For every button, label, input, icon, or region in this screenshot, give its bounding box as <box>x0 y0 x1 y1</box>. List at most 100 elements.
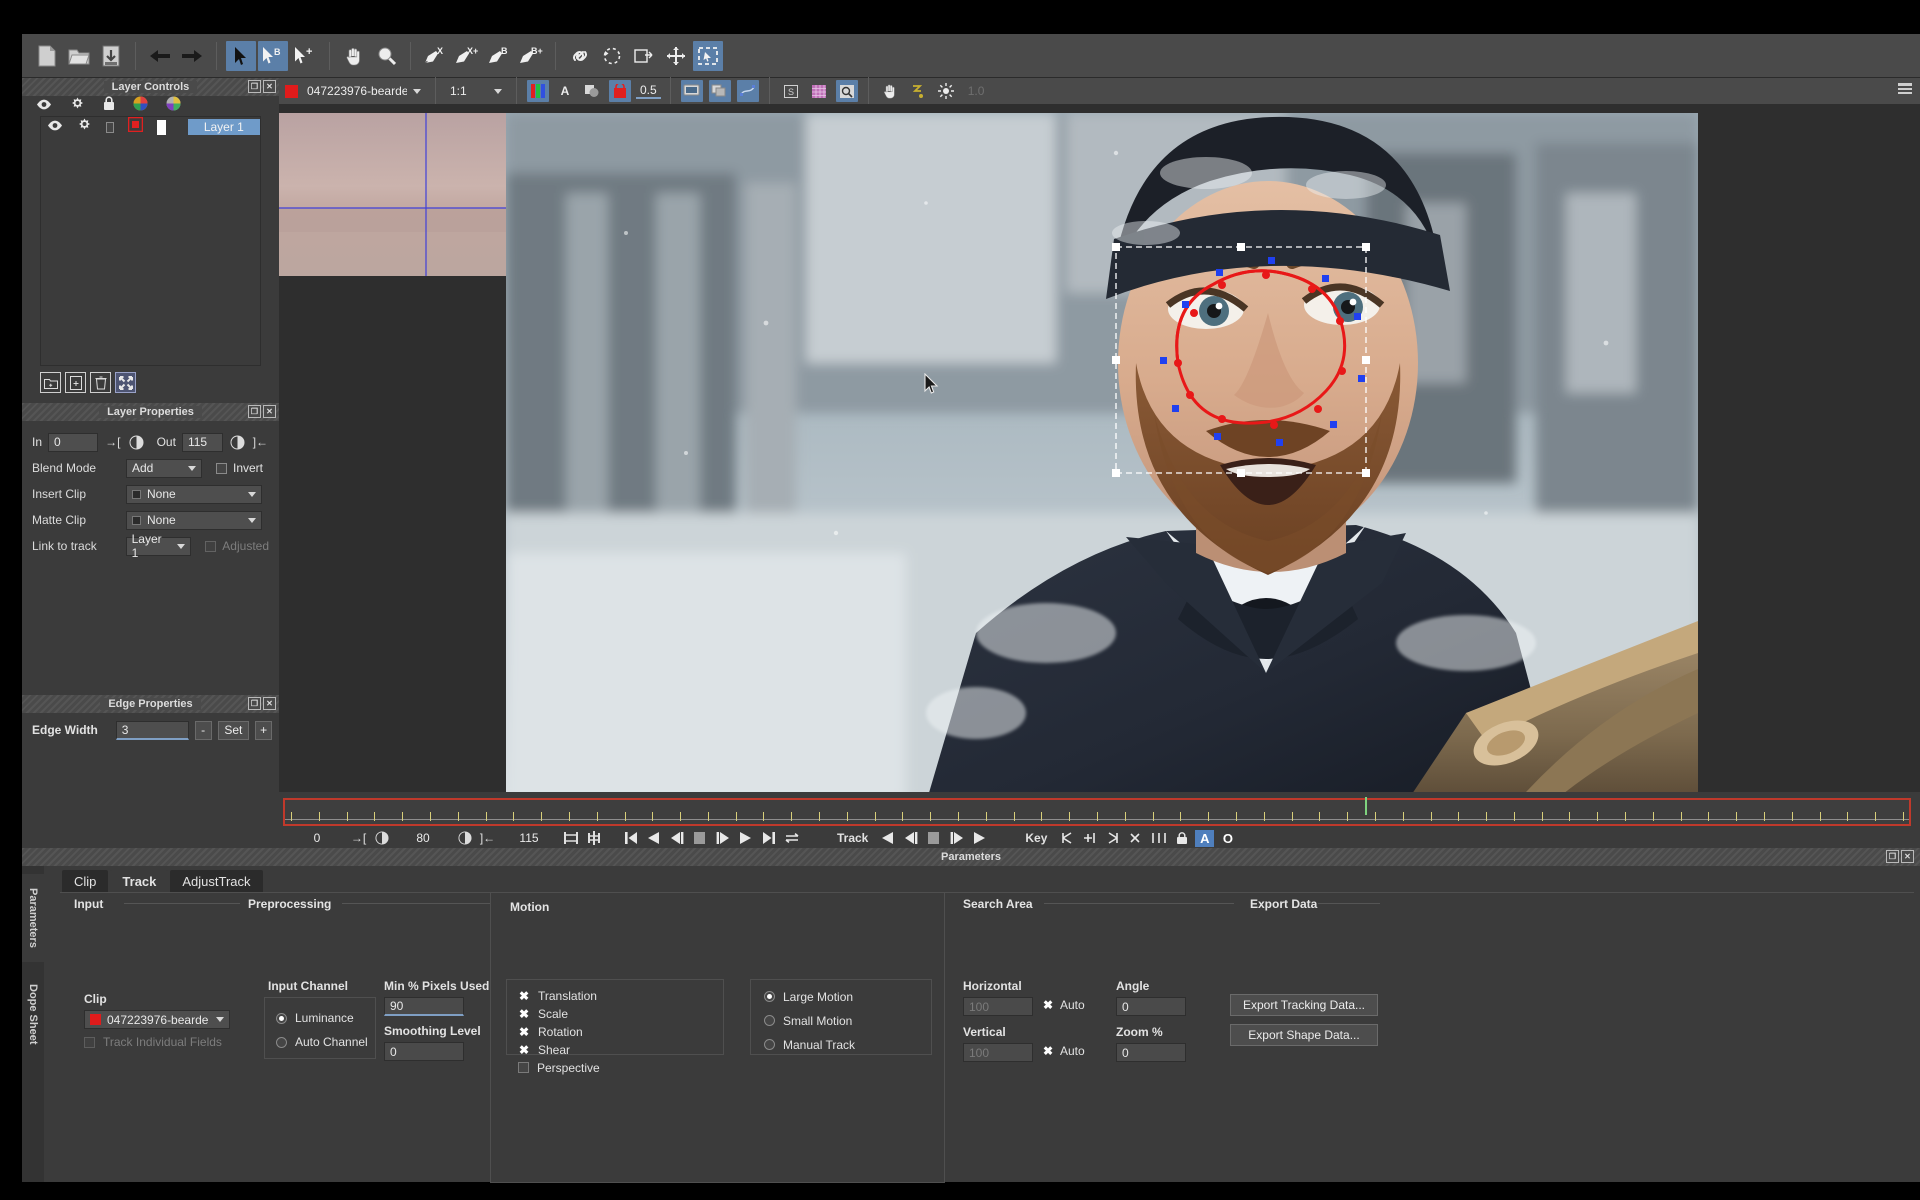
key-add-icon[interactable] <box>1080 830 1099 847</box>
tab-adjusttrack[interactable]: AdjustTrack <box>170 870 263 892</box>
small-motion-radio[interactable] <box>764 1015 775 1026</box>
center-range-icon[interactable] <box>584 830 603 847</box>
mode-small-motion[interactable]: Small Motion <box>764 1013 855 1028</box>
magnifier-box-icon[interactable] <box>835 80 858 102</box>
points-view-icon[interactable] <box>736 80 759 102</box>
close-panel-icon[interactable]: ✕ <box>263 697 276 710</box>
new-layer-icon[interactable] <box>65 372 86 393</box>
key-next-icon[interactable] <box>1103 830 1122 847</box>
vtab-parameters[interactable]: Parameters <box>22 874 44 962</box>
track-step-forward-icon[interactable] <box>947 830 966 847</box>
key-delete-icon[interactable] <box>1126 830 1145 847</box>
export-shape-data-button[interactable]: Export Shape Data... <box>1230 1024 1378 1046</box>
horizontal-field[interactable]: 100 <box>963 997 1033 1016</box>
open-folder-icon[interactable] <box>64 41 94 71</box>
tab-track[interactable]: Track <box>110 870 169 892</box>
panel-menu-icon[interactable] <box>1898 82 1912 100</box>
layer-color-swatch[interactable] <box>127 116 143 137</box>
pen-b-plus-icon[interactable]: B+ <box>516 41 546 71</box>
hand-small-icon[interactable] <box>879 80 901 102</box>
adjusted-checkbox[interactable] <box>205 540 217 552</box>
toggle-a-button[interactable]: A <box>1195 829 1215 847</box>
pointer-b-icon[interactable]: B <box>258 40 288 71</box>
out-phase-icon[interactable] <box>229 433 246 451</box>
check-x-icon[interactable]: ✖ <box>1042 1045 1054 1057</box>
monitor-icon[interactable] <box>680 80 703 102</box>
pointer-plus-icon[interactable]: + <box>290 41 320 71</box>
close-panel-icon[interactable]: ✕ <box>1901 850 1914 863</box>
key-all-icon[interactable] <box>1149 830 1168 847</box>
insert-clip-select[interactable]: None <box>126 484 262 504</box>
layer-name-label[interactable]: Layer 1 <box>187 119 260 135</box>
zoom-select[interactable]: 1:1 <box>445 82 507 101</box>
marquee-select-icon[interactable] <box>693 40 723 71</box>
play-backward-icon[interactable] <box>644 830 663 847</box>
play-forward-icon[interactable] <box>736 830 755 847</box>
float-panel-icon[interactable]: ❐ <box>248 80 261 93</box>
matte-clip-select[interactable]: None <box>126 510 262 530</box>
zoom-field[interactable]: 0 <box>1116 1043 1186 1062</box>
track-backward-icon[interactable] <box>878 830 897 847</box>
go-to-end-icon[interactable] <box>759 830 778 847</box>
out-phase-icon[interactable] <box>455 830 474 847</box>
clip-select[interactable]: 047223976-bearde <box>302 82 426 101</box>
export-tracking-data-button[interactable]: Export Tracking Data... <box>1230 994 1378 1016</box>
channel-option-auto[interactable]: Auto Channel <box>276 1035 368 1049</box>
hand-pan-icon[interactable] <box>339 41 369 71</box>
luminance-radio[interactable] <box>276 1012 287 1024</box>
layer-list[interactable]: Layer 1 <box>40 116 261 366</box>
edge-width-field[interactable]: 3 <box>115 720 189 740</box>
transform-rotation[interactable]: ✖ Rotation <box>518 1024 600 1039</box>
ruler-icon[interactable] <box>907 80 929 102</box>
link-chain-icon[interactable] <box>565 41 595 71</box>
transform-scale[interactable]: ✖ Scale <box>518 1006 600 1021</box>
table-row[interactable]: Layer 1 <box>41 116 260 137</box>
edge-width-set-button[interactable]: Set <box>217 720 250 740</box>
stabilize-icon[interactable]: S <box>780 80 802 102</box>
go-to-start-icon[interactable] <box>621 830 640 847</box>
mode-large-motion[interactable]: Large Motion <box>764 989 855 1004</box>
track-individual-fields-row[interactable]: Track Individual Fields <box>84 1035 222 1049</box>
vtab-dope-sheet[interactable]: Dope Sheet <box>22 972 44 1056</box>
pointer-icon[interactable] <box>226 40 256 71</box>
trash-icon[interactable] <box>90 372 111 393</box>
transform-perspective[interactable]: Perspective <box>518 1060 600 1075</box>
edge-width-increment-button[interactable]: + <box>255 720 272 740</box>
rgb-channels-icon[interactable] <box>527 80 549 102</box>
key-prev-icon[interactable] <box>1057 830 1076 847</box>
track-individual-fields-checkbox[interactable] <box>84 1036 95 1048</box>
channel-option-luminance[interactable]: Luminance <box>276 1011 354 1025</box>
edge-width-decrement-button[interactable]: - <box>194 720 212 740</box>
new-folder-icon[interactable] <box>40 372 61 393</box>
in-field[interactable]: 0 <box>48 432 99 452</box>
brightness-icon[interactable] <box>935 80 957 102</box>
color-wheel-icon[interactable] <box>133 96 148 116</box>
auto-channel-radio[interactable] <box>276 1036 287 1048</box>
save-icon[interactable] <box>96 41 126 71</box>
min-pixels-field[interactable]: 90 <box>384 997 464 1016</box>
mode-manual-track[interactable]: Manual Track <box>764 1037 855 1052</box>
clip-select[interactable]: 047223976-bearde <box>84 1010 230 1029</box>
video-frame[interactable] <box>506 113 1698 792</box>
key-lock-icon[interactable] <box>1172 830 1191 847</box>
viewer-canvas[interactable] <box>279 104 1920 792</box>
transform-translation[interactable]: ✖ Translation <box>518 988 600 1003</box>
toggle-o-button[interactable]: O <box>1218 830 1237 847</box>
fit-range-icon[interactable] <box>561 830 580 847</box>
vertical-field[interactable]: 100 <box>963 1043 1033 1062</box>
angle-field[interactable]: 0 <box>1116 997 1186 1016</box>
smoothing-field[interactable]: 0 <box>384 1042 464 1061</box>
alpha-channel-icon[interactable]: A <box>555 80 575 102</box>
eye-icon[interactable] <box>47 118 63 136</box>
playhead[interactable] <box>1364 797 1367 815</box>
close-panel-icon[interactable]: ✕ <box>263 80 276 93</box>
in-phase-icon[interactable] <box>372 830 391 847</box>
timeline-ruler[interactable] <box>283 797 1911 826</box>
duplicate-shape-icon[interactable] <box>629 41 659 71</box>
lock-checkbox[interactable] <box>106 121 114 133</box>
matte-icon[interactable] <box>609 80 631 102</box>
float-panel-icon[interactable]: ❐ <box>248 405 261 418</box>
stop-icon[interactable] <box>690 830 709 847</box>
undo-arrow-icon[interactable] <box>145 41 175 71</box>
set-in-point-icon[interactable]: →[ <box>349 830 368 847</box>
